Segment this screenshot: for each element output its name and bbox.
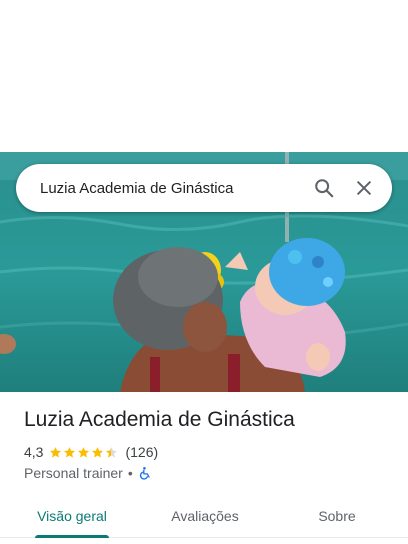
close-icon: [357, 181, 371, 195]
review-count[interactable]: (126): [125, 444, 158, 460]
separator: •: [127, 465, 133, 481]
search-icon: [315, 179, 334, 198]
search-input[interactable]: Luzia Academia de Ginástica: [40, 180, 304, 197]
star-icon: [92, 446, 104, 457]
place-category[interactable]: Personal trainer: [24, 465, 123, 481]
star-icon: [64, 446, 76, 457]
search-bar[interactable]: Luzia Academia de Ginástica: [16, 164, 392, 212]
place-title: Luzia Academia de Ginástica: [24, 408, 295, 431]
star-rating: [49, 446, 119, 459]
tab-bar: Visão geral Avaliações Sobre: [0, 494, 408, 538]
tab-label: Avaliações: [171, 507, 239, 524]
star-icon: [78, 446, 90, 457]
wheelchair-icon: [139, 467, 150, 480]
category-row: Personal trainer •: [24, 465, 152, 481]
close-button[interactable]: [344, 168, 384, 208]
tab-overview[interactable]: Visão geral: [35, 494, 109, 538]
rating-row[interactable]: 4,3 (126): [24, 444, 158, 460]
star-icon: [50, 446, 62, 457]
tab-label: Visão geral: [37, 507, 107, 524]
rating-value: 4,3: [24, 444, 44, 460]
tab-label: Sobre: [318, 507, 356, 524]
tab-reviews[interactable]: Avaliações: [169, 494, 241, 537]
search-button[interactable]: [304, 168, 344, 208]
half-star-icon: [106, 446, 118, 457]
tab-about[interactable]: Sobre: [316, 494, 358, 537]
